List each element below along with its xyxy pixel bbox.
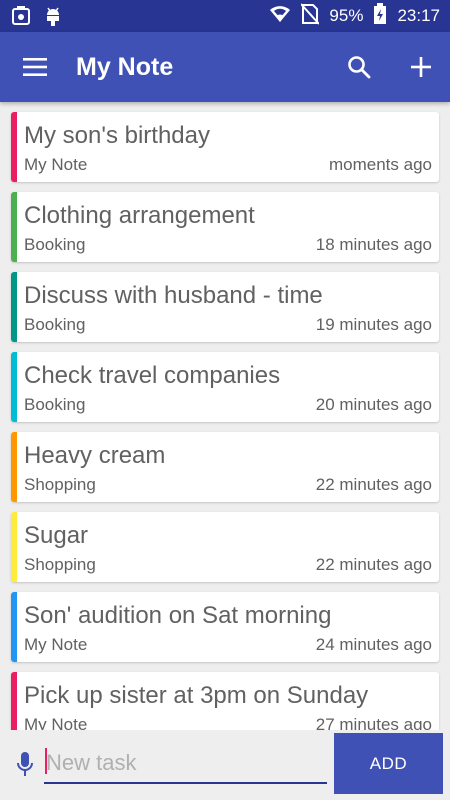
- note-title: Pick up sister at 3pm on Sunday: [24, 682, 369, 709]
- search-icon[interactable]: [340, 49, 378, 85]
- note-card[interactable]: Clothing arrangement Booking 18 minutes …: [11, 192, 439, 262]
- no-sim-icon: [300, 2, 321, 30]
- note-title: Sugar: [24, 522, 89, 549]
- app-bar: My Note: [0, 32, 450, 102]
- note-time: 27 minutes ago: [315, 715, 432, 730]
- new-task-input[interactable]: [44, 744, 327, 784]
- note-card[interactable]: Check travel companies Booking 20 minute…: [11, 352, 439, 422]
- note-category: Shopping: [24, 475, 96, 494]
- note-card[interactable]: Sugar Shopping 22 minutes ago: [11, 512, 439, 582]
- note-time: 24 minutes ago: [315, 635, 432, 654]
- status-bar: 95% 23:17: [0, 0, 450, 32]
- note-category: Shopping: [24, 555, 96, 574]
- battery-charging-icon: [373, 2, 387, 30]
- note-color-stripe: [11, 352, 17, 422]
- battery-percent: 95%: [329, 6, 364, 25]
- page-title: My Note: [76, 53, 174, 81]
- note-category: My Note: [24, 715, 88, 730]
- note-time: 19 minutes ago: [315, 315, 432, 334]
- note-category: Booking: [24, 235, 86, 254]
- note-category: My Note: [24, 155, 88, 174]
- clock: 23:17: [397, 6, 440, 25]
- note-category: My Note: [24, 635, 88, 654]
- note-time: 20 minutes ago: [315, 395, 432, 414]
- note-color-stripe: [11, 672, 17, 730]
- note-title: Heavy cream: [24, 442, 166, 469]
- microphone-icon[interactable]: [12, 748, 38, 782]
- notes-list[interactable]: My son's birthday My Note moments ago Cl…: [0, 102, 450, 730]
- text-cursor: [45, 748, 47, 774]
- plus-icon[interactable]: [402, 49, 440, 85]
- note-category: Booking: [24, 395, 86, 414]
- note-card[interactable]: Pick up sister at 3pm on Sunday My Note …: [11, 672, 439, 730]
- status-right-icons: 95% 23:17: [269, 0, 440, 32]
- usb-debug-icon: [12, 6, 30, 31]
- note-card[interactable]: Discuss with husband - time Booking 19 m…: [11, 272, 439, 342]
- note-color-stripe: [11, 112, 17, 182]
- note-color-stripe: [11, 432, 17, 502]
- note-time: 22 minutes ago: [315, 475, 432, 494]
- note-card[interactable]: My son's birthday My Note moments ago: [11, 112, 439, 182]
- hamburger-menu-icon[interactable]: [16, 49, 54, 85]
- android-debug-icon: [44, 6, 62, 31]
- add-task-button[interactable]: ADD: [334, 733, 443, 794]
- note-title: Clothing arrangement: [24, 202, 255, 229]
- note-category: Booking: [24, 315, 86, 334]
- note-color-stripe: [11, 592, 17, 662]
- note-card[interactable]: Son' audition on Sat morning My Note 24 …: [11, 592, 439, 662]
- note-color-stripe: [11, 512, 17, 582]
- note-title: Son' audition on Sat morning: [24, 602, 332, 629]
- wifi-icon: [269, 5, 291, 28]
- note-card[interactable]: Heavy cream Shopping 22 minutes ago: [11, 432, 439, 502]
- note-time: 22 minutes ago: [315, 555, 432, 574]
- status-left-icons: [12, 6, 62, 31]
- note-color-stripe: [11, 192, 17, 262]
- note-time: moments ago: [329, 155, 432, 174]
- note-time: 18 minutes ago: [315, 235, 432, 254]
- note-title: Check travel companies: [24, 362, 281, 389]
- new-task-bar: ADD: [0, 730, 450, 800]
- note-title: My son's birthday: [24, 122, 210, 149]
- note-color-stripe: [11, 272, 17, 342]
- note-title: Discuss with husband - time: [24, 282, 323, 309]
